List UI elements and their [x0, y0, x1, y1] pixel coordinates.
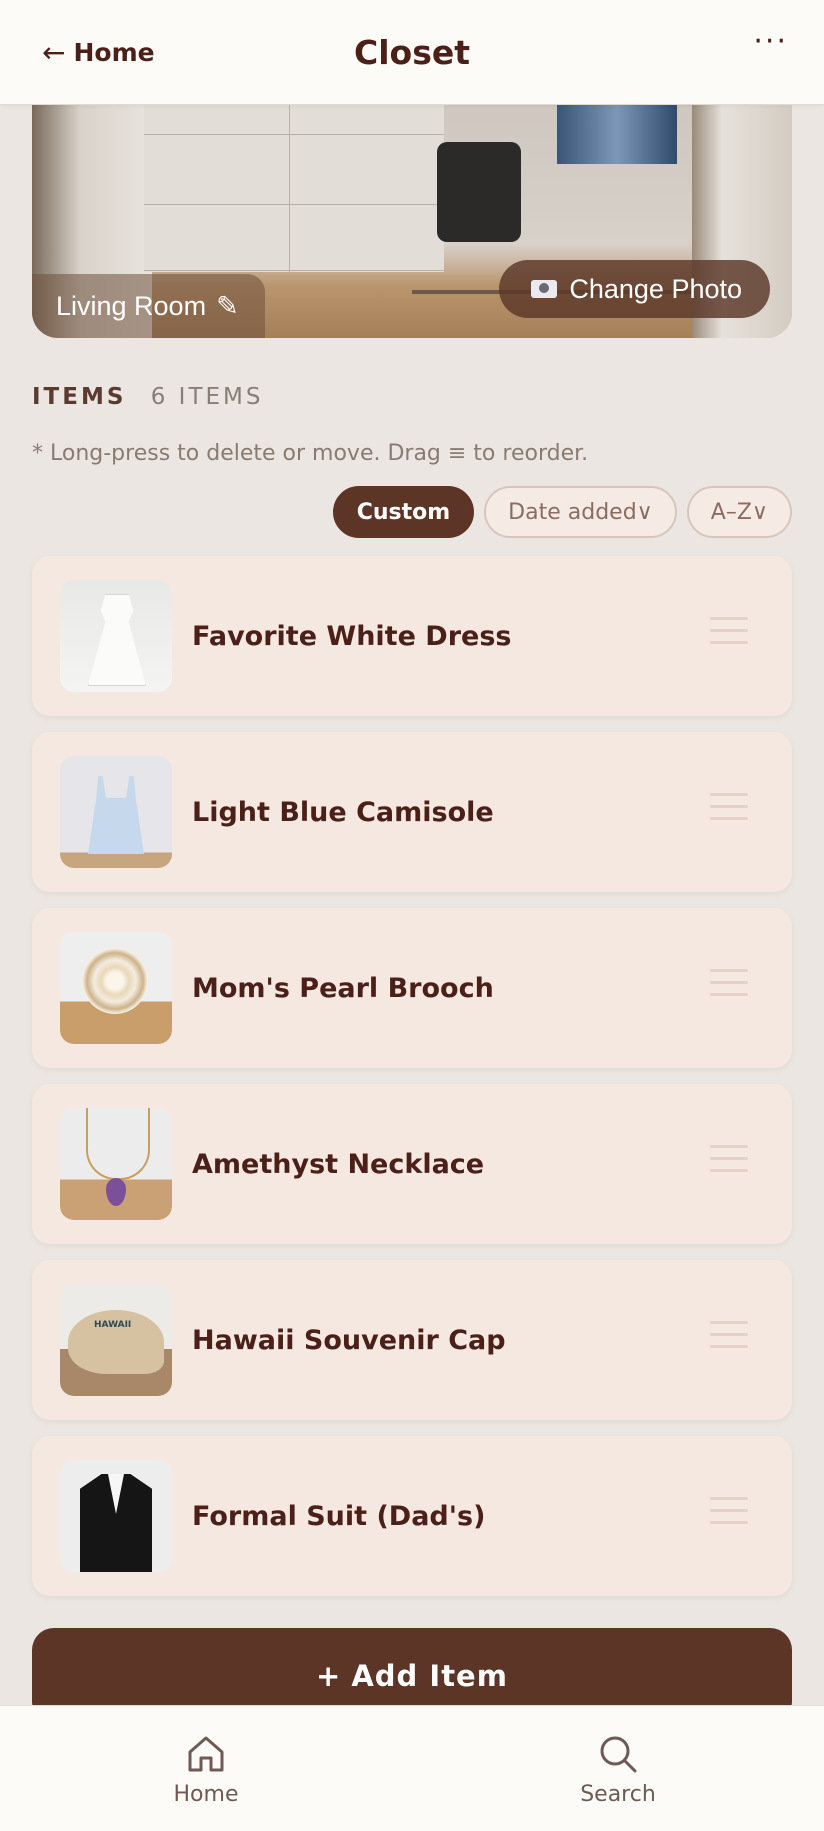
item-thumbnail: [60, 580, 172, 692]
more-options-icon[interactable]: ···: [753, 24, 788, 59]
item-list: Favorite White Dress Light Blue Camisole…: [32, 556, 792, 1612]
amethyst-gem: [106, 1178, 126, 1206]
list-item[interactable]: Favorite White Dress: [32, 556, 792, 716]
items-count: 6 ITEMS: [150, 384, 264, 410]
item-thumbnail: [60, 1108, 172, 1220]
item-name: Hawaii Souvenir Cap: [192, 1324, 506, 1356]
home-icon: [188, 1736, 224, 1772]
drawer-line: [144, 204, 444, 205]
room-photo: Living Room ✎ Change Photo: [32, 104, 792, 338]
sort-custom-button[interactable]: Custom: [332, 486, 475, 538]
camera-icon: [531, 280, 558, 298]
sort-a-z-button[interactable]: A–Z∨: [686, 486, 792, 538]
items-section-header: ITEMS 6 ITEMS: [32, 384, 264, 410]
list-item[interactable]: Light Blue Camisole: [32, 732, 792, 892]
brooch-image: [82, 948, 148, 1014]
reorder-hint: * Long-press to delete or move. Drag ≡ t…: [32, 441, 589, 466]
room-name: Living Room: [56, 290, 207, 321]
plus-icon: +: [316, 1659, 342, 1693]
sort-options: Custom Date added∨ A–Z∨: [332, 486, 792, 538]
items-label: ITEMS: [32, 384, 127, 410]
item-thumbnail: [60, 932, 172, 1044]
list-item[interactable]: HAWAII Hawaii Souvenir Cap: [32, 1260, 792, 1420]
photo-bag: [437, 142, 521, 242]
drawer-line: [144, 270, 444, 271]
list-item[interactable]: Mom's Pearl Brooch: [32, 908, 792, 1068]
cap-text: HAWAII: [94, 1320, 132, 1330]
item-name: Mom's Pearl Brooch: [192, 972, 494, 1004]
dress-image: [88, 594, 146, 686]
drag-handle-icon[interactable]: [710, 793, 748, 831]
photo-drawers: [144, 104, 444, 272]
item-name: Favorite White Dress: [192, 620, 512, 652]
item-thumbnail: [60, 1460, 172, 1572]
change-photo-button[interactable]: Change Photo: [499, 260, 770, 318]
nav-home-label: Home: [173, 1782, 239, 1807]
change-photo-label: Change Photo: [569, 273, 742, 304]
room-name-label[interactable]: Living Room ✎: [32, 274, 265, 338]
nav-search[interactable]: Search: [558, 1732, 678, 1807]
nav-search-label: Search: [580, 1782, 656, 1807]
drag-handle-icon[interactable]: [710, 1497, 748, 1535]
drawer-line: [144, 134, 444, 135]
drag-handle-icon[interactable]: [710, 1321, 748, 1359]
item-name: Formal Suit (Dad's): [192, 1500, 486, 1532]
edit-pencil-icon: ✎: [216, 290, 239, 321]
add-item-label: Add Item: [351, 1659, 508, 1693]
drawer-divider: [289, 104, 290, 272]
bottom-nav: Home Search: [0, 1705, 824, 1831]
item-name: Amethyst Necklace: [192, 1148, 485, 1180]
drag-handle-icon[interactable]: [710, 1145, 748, 1183]
necklace-chain: [86, 1108, 150, 1180]
sort-date-added-button[interactable]: Date added∨: [484, 486, 677, 538]
top-bar: ← Home Closet ···: [0, 0, 824, 105]
search-icon: [600, 1736, 637, 1773]
camisole-image: [88, 776, 144, 854]
item-name: Light Blue Camisole: [192, 796, 494, 828]
item-thumbnail: HAWAII: [60, 1284, 172, 1396]
item-thumbnail: [60, 756, 172, 868]
photo-hanging-clothes: [557, 104, 677, 164]
page-title: Closet: [354, 33, 470, 72]
drag-handle-icon[interactable]: [710, 617, 748, 655]
list-item[interactable]: Formal Suit (Dad's): [32, 1436, 792, 1596]
list-item[interactable]: Amethyst Necklace: [32, 1084, 792, 1244]
drag-handle-icon[interactable]: [710, 969, 748, 1007]
nav-home[interactable]: Home: [146, 1732, 266, 1807]
